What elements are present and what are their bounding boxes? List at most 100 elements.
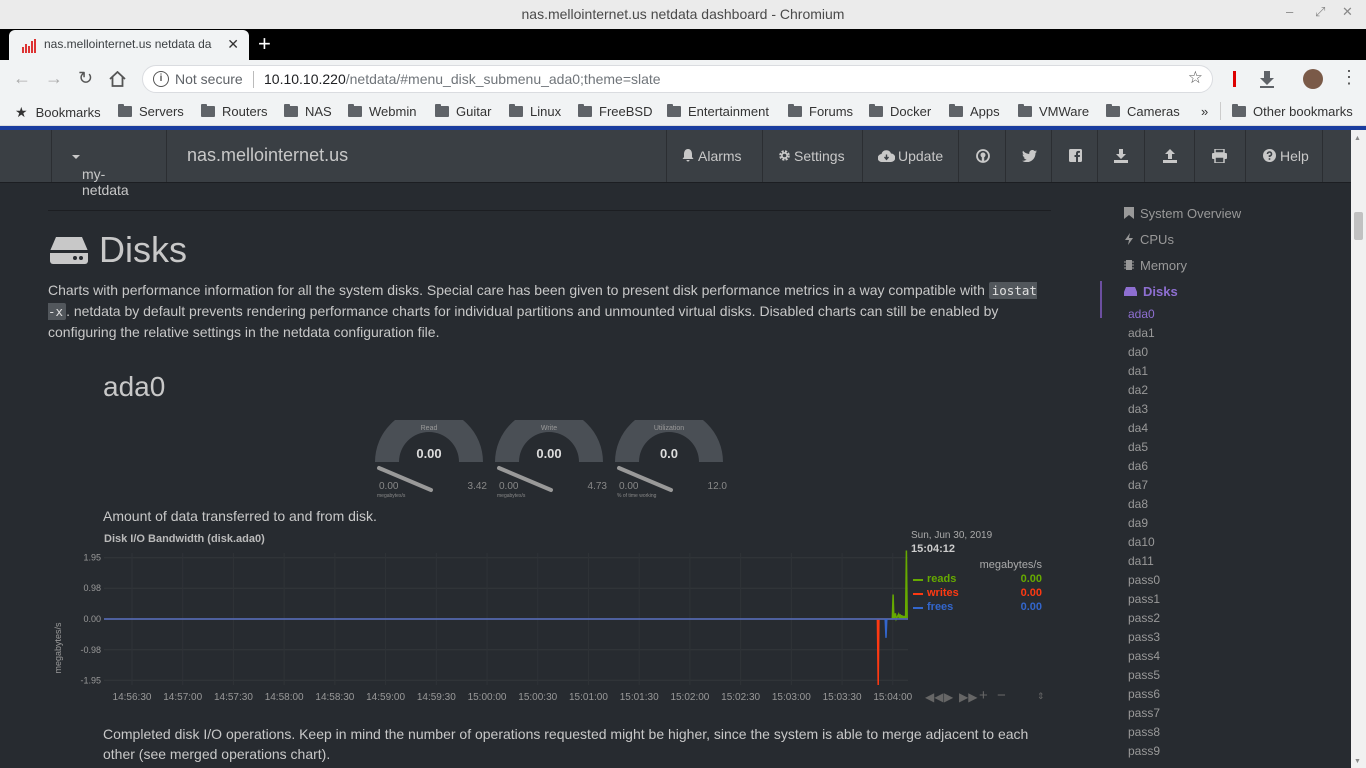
info-icon[interactable]: i xyxy=(153,71,169,87)
sidebar-item-da10[interactable]: da10 xyxy=(1128,535,1155,549)
import-snapshot-button[interactable] xyxy=(1144,130,1194,182)
reload-icon[interactable]: ↻ xyxy=(78,68,93,89)
sidebar-item-pass5[interactable]: pass5 xyxy=(1128,668,1160,682)
sidebar-item-da11[interactable]: da11 xyxy=(1128,554,1154,568)
bookmark-folder-freebsd[interactable]: FreeBSD xyxy=(578,104,652,119)
sidebar-item-pass2[interactable]: pass2 xyxy=(1128,611,1160,625)
sidebar-item-cpus[interactable]: CPUs xyxy=(1124,232,1174,247)
write-gauge[interactable]: Write 0.00 0.00 4.73 megabytes/s xyxy=(491,420,607,500)
sidebar-item-da9[interactable]: da9 xyxy=(1128,516,1148,530)
close-window-icon[interactable]: ✕ xyxy=(1342,4,1353,20)
profile-avatar[interactable] xyxy=(1303,69,1323,89)
facebook-button[interactable] xyxy=(1051,130,1097,182)
sidebar-item-memory[interactable]: Memory xyxy=(1124,258,1187,273)
new-tab-button[interactable]: + xyxy=(258,31,271,57)
update-button[interactable]: Update xyxy=(862,130,958,182)
bookmark-folder-webmin[interactable]: Webmin xyxy=(348,104,416,119)
bookmarks-overflow-button[interactable]: » xyxy=(1201,104,1208,119)
download-snapshot-button[interactable] xyxy=(1097,130,1144,182)
bookmarks-manager[interactable]: ★ Bookmarks xyxy=(15,104,101,121)
url-text[interactable]: 10.10.10.220/netdata/#menu_disk_submenu_… xyxy=(264,71,661,87)
hostname-title[interactable]: nas.mellointernet.us xyxy=(187,145,348,166)
home-icon[interactable] xyxy=(109,71,126,87)
sidebar-item-da4[interactable]: da4 xyxy=(1128,421,1148,435)
sidebar-item-da0[interactable]: da0 xyxy=(1128,345,1148,359)
legend-row-writes[interactable]: writes 0.00 xyxy=(911,587,1046,601)
utilization-gauge[interactable]: Utilization 0.0 0.00 12.0 % of time work… xyxy=(611,420,727,500)
browser-tab[interactable]: nas.mellointernet.us netdata da ✕ xyxy=(9,30,249,60)
scroll-up-icon[interactable]: ▲ xyxy=(1354,135,1361,142)
print-button[interactable] xyxy=(1194,130,1245,182)
chart-x-tick-label: 14:59:00 xyxy=(366,692,405,703)
sidebar-item-system-overview[interactable]: System Overview xyxy=(1124,206,1241,221)
bookmark-folder-entertainment[interactable]: Entertainment xyxy=(667,104,769,119)
legend-row-reads[interactable]: reads 0.00 xyxy=(911,573,1046,587)
tab-close-icon[interactable]: ✕ xyxy=(227,36,239,53)
bookmark-folder-routers[interactable]: Routers xyxy=(201,104,268,119)
address-bar[interactable]: i Not secure 10.10.10.220/netdata/#menu_… xyxy=(142,65,1213,93)
sidebar-item-da7[interactable]: da7 xyxy=(1128,478,1148,492)
sidebar-item-da5[interactable]: da5 xyxy=(1128,440,1148,454)
sidebar-item-pass9[interactable]: pass9 xyxy=(1128,744,1160,758)
cloud-download-icon xyxy=(878,150,895,162)
restore-icon[interactable]: ⤢ xyxy=(1315,4,1325,20)
bookmark-star-icon[interactable]: ☆ xyxy=(1188,68,1203,88)
scrollbar-thumb[interactable] xyxy=(1354,212,1363,240)
extension-red-bar-icon[interactable] xyxy=(1233,71,1236,87)
scroll-down-icon[interactable]: ▼ xyxy=(1354,758,1361,765)
sidebar-item-pass4[interactable]: pass4 xyxy=(1128,649,1160,663)
sidebar-item-ada0[interactable]: ada0 xyxy=(1128,307,1155,321)
bookmark-folder-nas[interactable]: NAS xyxy=(284,104,332,119)
bookmark-folder-linux[interactable]: Linux xyxy=(509,104,561,119)
minimize-icon[interactable]: ‒ xyxy=(1286,4,1293,19)
sidebar-item-pass6[interactable]: pass6 xyxy=(1128,687,1160,701)
zoom-out-icon[interactable]: − xyxy=(997,687,1006,704)
bookmark-folder-forums[interactable]: Forums xyxy=(788,104,853,119)
sidebar-item-pass7[interactable]: pass7 xyxy=(1128,706,1160,720)
bookmark-star-icon: ★ xyxy=(15,104,28,120)
sidebar-item-pass1[interactable]: pass1 xyxy=(1128,592,1160,606)
forward-icon[interactable]: → xyxy=(45,68,63,89)
bookmark-folder-docker[interactable]: Docker xyxy=(869,104,931,119)
read-gauge-value: 0.00 xyxy=(416,446,442,461)
bookmark-folder-guitar[interactable]: Guitar xyxy=(435,104,491,119)
settings-button[interactable]: Settings xyxy=(762,130,862,182)
sidebar-item-disks[interactable]: Disks xyxy=(1124,284,1178,299)
bookmark-folder-other[interactable]: Other bookmarks xyxy=(1232,104,1353,119)
section-title: Disks xyxy=(99,229,187,270)
zoom-in-icon[interactable]: + xyxy=(979,687,988,704)
sidebar-item-pass8[interactable]: pass8 xyxy=(1128,725,1160,739)
write-gauge-label: Write xyxy=(540,425,558,432)
pan-left-icon[interactable]: ◀◀ xyxy=(925,690,943,704)
sidebar-item-pass3[interactable]: pass3 xyxy=(1128,630,1160,644)
sidebar-item-da2[interactable]: da2 xyxy=(1128,383,1148,397)
read-gauge[interactable]: Read 0.00 0.00 3.42 megabytes/s xyxy=(371,420,487,500)
bandwidth-chart[interactable]: 1.95 0.98 0.00 -0.98 -1.95 14:56:30 14:57:00 1… xyxy=(70,543,915,713)
resize-handle-icon[interactable]: ⇕ xyxy=(1037,691,1045,702)
sidebar-item-da8[interactable]: da8 xyxy=(1128,497,1148,511)
bookmark-folder-servers[interactable]: Servers xyxy=(118,104,184,119)
sidebar-item-pass0[interactable]: pass0 xyxy=(1128,573,1160,587)
security-status[interactable]: Not secure xyxy=(175,71,243,87)
bookmark-folder-apps[interactable]: Apps xyxy=(949,104,1000,119)
back-icon[interactable]: ← xyxy=(13,68,31,89)
menu-kebab-icon[interactable]: ⋮ xyxy=(1340,67,1358,88)
play-icon[interactable]: ▶ xyxy=(944,690,953,704)
legend-row-frees[interactable]: frees 0.00 xyxy=(911,601,1046,615)
github-button[interactable] xyxy=(958,130,1005,182)
bookmark-folder-vmware[interactable]: VMWare xyxy=(1018,104,1089,119)
my-netdata-dropdown[interactable]: my-netdata xyxy=(51,130,167,198)
alarms-button[interactable]: Alarms xyxy=(666,130,762,182)
page-scrollbar[interactable]: ▲ ▼ xyxy=(1351,130,1366,768)
help-button[interactable]: Help xyxy=(1245,130,1323,182)
sidebar-item-da3[interactable]: da3 xyxy=(1128,402,1148,416)
download-extension-icon[interactable] xyxy=(1258,71,1276,88)
tab-title: nas.mellointernet.us netdata da xyxy=(44,37,212,51)
sidebar-item-da1[interactable]: da1 xyxy=(1128,364,1148,378)
bookmark-folder-cameras[interactable]: Cameras xyxy=(1106,104,1180,119)
sidebar-item-da6[interactable]: da6 xyxy=(1128,459,1148,473)
caret-down-icon xyxy=(72,155,80,159)
sidebar-item-ada1[interactable]: ada1 xyxy=(1128,326,1155,340)
twitter-button[interactable] xyxy=(1005,130,1051,182)
pan-right-icon[interactable]: ▶▶ xyxy=(959,690,977,704)
